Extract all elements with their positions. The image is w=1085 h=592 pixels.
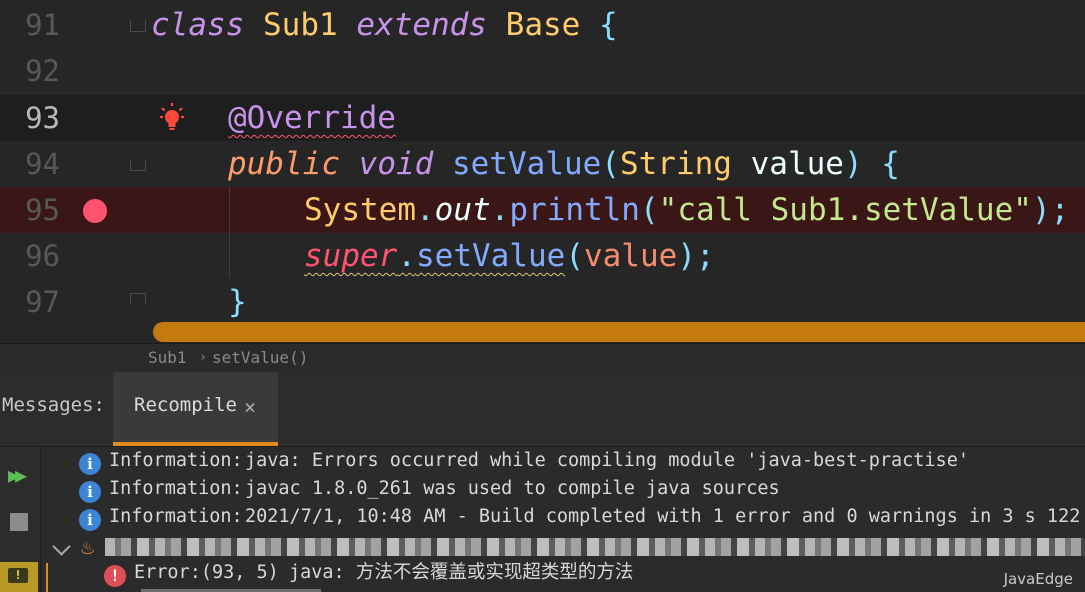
code-text[interactable]: public void setValue(String value) { bbox=[228, 141, 900, 187]
message-text: javac 1.8.0_261 was used to compile java… bbox=[245, 478, 780, 499]
code-line-95[interactable]: 95 System.out.println("call Sub1.setValu… bbox=[0, 187, 1085, 233]
code-text[interactable]: System.out.println("call Sub1.setValue")… bbox=[304, 187, 1069, 233]
close-icon[interactable]: × bbox=[244, 397, 256, 417]
stop-icon[interactable] bbox=[10, 513, 28, 531]
list-item[interactable]: i Information: javac 1.8.0_261 was used … bbox=[41, 475, 1085, 503]
breadcrumb: Sub1 › setValue() bbox=[0, 343, 1085, 372]
line-number: 94 bbox=[25, 147, 60, 181]
active-tab-indicator bbox=[113, 442, 278, 446]
info-icon: i bbox=[79, 453, 101, 475]
message-label: Information: bbox=[109, 478, 243, 499]
redacted-file-path bbox=[105, 538, 1085, 556]
error-text: java: 方法不会覆盖或实现超类型的方法 bbox=[289, 562, 634, 583]
code-line-91[interactable]: 91 class Sub1 extends Base { bbox=[0, 2, 1085, 48]
error-label: Error:(93, 5) bbox=[134, 562, 279, 583]
breadcrumb-separator: › bbox=[199, 350, 207, 365]
code-line-97[interactable]: 97 } bbox=[0, 279, 1085, 325]
event-log-button[interactable]: ! bbox=[0, 562, 38, 592]
breadcrumb-method[interactable]: setValue() bbox=[212, 344, 308, 372]
java-file-icon: ♨ bbox=[81, 535, 95, 560]
line-number: 92 bbox=[25, 54, 60, 88]
watermark: JavaEdge bbox=[1003, 570, 1073, 588]
annotation[interactable]: @Override bbox=[228, 100, 396, 136]
message-text: java: Errors occurred while compiling mo… bbox=[245, 450, 969, 471]
list-item[interactable]: i Information: 2021/7/1, 10:48 AM - Buil… bbox=[41, 503, 1085, 531]
info-icon: i bbox=[79, 481, 101, 503]
code-line-93[interactable]: 93 @Override bbox=[0, 95, 1085, 141]
indent-guide bbox=[229, 186, 230, 278]
tab-label: Recompile bbox=[134, 394, 237, 416]
line-number: 96 bbox=[25, 239, 60, 273]
line-number: 97 bbox=[25, 285, 60, 319]
messages-list[interactable]: i Information: java: Errors occurred whi… bbox=[41, 447, 1085, 592]
breadcrumb-class[interactable]: Sub1 bbox=[148, 344, 187, 372]
fold-marker-icon[interactable] bbox=[130, 20, 146, 32]
messages-header: Messages: Recompile × bbox=[0, 372, 1085, 447]
fold-end-marker-icon[interactable] bbox=[130, 293, 146, 305]
code-text[interactable]: @Override bbox=[228, 95, 396, 141]
event-log-icon: ! bbox=[8, 568, 28, 583]
list-item-error[interactable]: ! Error:(93, 5) java: 方法不会覆盖或实现超类型的方法 bbox=[41, 559, 1085, 587]
message-label: Information: bbox=[109, 450, 243, 471]
chevron-down-icon[interactable] bbox=[52, 537, 71, 556]
code-text[interactable]: super.setValue(value); bbox=[304, 233, 715, 279]
line-number: 95 bbox=[25, 193, 60, 227]
code-line-92[interactable]: 92 bbox=[0, 48, 1085, 94]
list-item[interactable]: i Information: java: Errors occurred whi… bbox=[41, 447, 1085, 475]
code-line-94[interactable]: 94 public void setValue(String value) { bbox=[0, 141, 1085, 187]
build-progress-bar bbox=[153, 322, 1085, 342]
error-icon: ! bbox=[104, 565, 126, 587]
selection-marker bbox=[46, 563, 48, 592]
breakpoint-icon[interactable] bbox=[83, 199, 107, 223]
lightbulb-icon[interactable] bbox=[160, 103, 184, 133]
code-text[interactable]: class Sub1 extends Base { bbox=[151, 2, 618, 48]
fold-marker-icon[interactable] bbox=[130, 159, 146, 171]
line-number: 91 bbox=[25, 8, 60, 42]
tab-recompile[interactable]: Recompile × bbox=[113, 372, 278, 446]
message-text: 2021/7/1, 10:48 AM - Build completed wit… bbox=[245, 506, 1085, 527]
info-icon: i bbox=[79, 509, 101, 531]
rerun-icon[interactable]: ▶▶ bbox=[8, 463, 27, 487]
message-label: Information: bbox=[109, 506, 243, 527]
code-editor[interactable]: 91 class Sub1 extends Base { 92 93 @Over… bbox=[0, 0, 1085, 343]
code-text[interactable]: } bbox=[228, 279, 247, 325]
line-number: 93 bbox=[25, 101, 60, 135]
code-line-96[interactable]: 96 super.setValue(value); bbox=[0, 233, 1085, 279]
messages-title: Messages: bbox=[2, 394, 105, 416]
